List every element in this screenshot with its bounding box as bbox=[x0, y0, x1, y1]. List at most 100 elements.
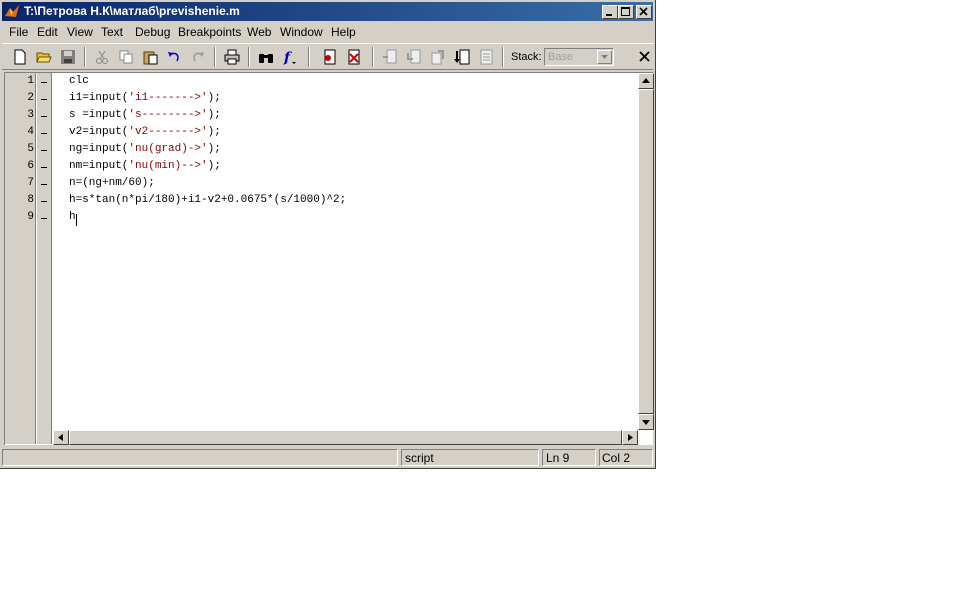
code-line[interactable]: n=(ng+nm/60); bbox=[69, 177, 155, 189]
status-bar: script Ln 9 Col 2 bbox=[2, 448, 653, 468]
file-type-text: script bbox=[405, 451, 434, 465]
open-button[interactable] bbox=[34, 47, 54, 67]
print-icon bbox=[224, 49, 240, 65]
breakpoint-marker[interactable] bbox=[41, 218, 47, 219]
toolbar-separator bbox=[502, 47, 504, 67]
breakpoint-marker[interactable] bbox=[41, 99, 47, 100]
find-icon bbox=[259, 54, 273, 63]
step-out-icon bbox=[431, 50, 444, 65]
close-button[interactable] bbox=[636, 5, 652, 19]
step-out-button[interactable] bbox=[428, 47, 448, 67]
code-line[interactable]: nm=input('nu(min)-->'); bbox=[69, 160, 221, 172]
paste-icon bbox=[143, 51, 158, 65]
undo-icon bbox=[168, 52, 179, 62]
minimize-button[interactable] bbox=[602, 5, 618, 19]
new-file-icon bbox=[14, 49, 26, 65]
line-number: 3 bbox=[27, 109, 34, 121]
menu-breakpoints[interactable]: Breakpoints bbox=[178, 25, 241, 39]
status-column: Col 2 bbox=[599, 449, 653, 466]
scroll-down-button[interactable] bbox=[638, 414, 654, 430]
maximize-button[interactable] bbox=[618, 5, 634, 19]
matlab-logo-icon bbox=[5, 5, 19, 17]
scroll-up-button[interactable] bbox=[638, 73, 654, 89]
find-button[interactable] bbox=[256, 47, 276, 67]
vertical-scrollbar[interactable] bbox=[638, 73, 654, 430]
line-number: 9 bbox=[27, 211, 34, 223]
column-number-text: Col 2 bbox=[602, 451, 631, 465]
code-line[interactable]: s =input('s-------->'); bbox=[69, 109, 221, 121]
stack-dropdown[interactable]: Base bbox=[544, 48, 614, 66]
step-in-icon bbox=[407, 49, 421, 64]
code-editor[interactable]: 1 2 3 4 5 6 7 8 9 clc i1=input('i1------… bbox=[4, 72, 654, 445]
exit-debug-icon bbox=[480, 49, 493, 65]
title-bar[interactable]: T:\Петрова Н.К\матлаб\previshenie.m bbox=[2, 2, 653, 21]
close-toolbar-button[interactable] bbox=[638, 50, 652, 64]
redo-button[interactable] bbox=[188, 47, 208, 67]
line-number: 2 bbox=[27, 92, 34, 104]
menu-view[interactable]: View bbox=[67, 25, 93, 39]
code-line[interactable]: h=s*tan(n*pi/180)+i1-v2+0.0675*(s/1000)^… bbox=[69, 194, 346, 206]
stack-dropdown-button[interactable] bbox=[597, 50, 612, 64]
continue-button[interactable] bbox=[452, 47, 472, 67]
menu-web[interactable]: Web bbox=[247, 25, 271, 39]
cut-button[interactable] bbox=[92, 47, 112, 67]
stack-label: Stack: bbox=[511, 51, 542, 63]
status-line: Ln 9 bbox=[542, 449, 596, 466]
menu-debug[interactable]: Debug bbox=[135, 25, 170, 39]
step-button[interactable] bbox=[380, 47, 400, 67]
horizontal-scroll-thumb[interactable] bbox=[69, 430, 622, 445]
chevron-down-icon bbox=[601, 55, 608, 59]
window-title: T:\Петрова Н.К\матлаб\previshenie.m bbox=[24, 4, 240, 18]
breakpoint-column[interactable] bbox=[37, 73, 52, 444]
menu-help[interactable]: Help bbox=[331, 25, 356, 39]
new-file-button[interactable] bbox=[10, 47, 30, 67]
set-breakpoint-icon bbox=[324, 49, 336, 65]
code-line[interactable]: h bbox=[69, 211, 76, 223]
menu-window[interactable]: Window bbox=[280, 25, 323, 39]
breakpoint-marker[interactable] bbox=[41, 116, 47, 117]
status-file-type: script bbox=[401, 449, 539, 466]
close-icon bbox=[639, 7, 648, 16]
menu-file[interactable]: File bbox=[9, 25, 28, 39]
vertical-scroll-thumb[interactable] bbox=[638, 89, 654, 414]
line-number: 1 bbox=[27, 75, 34, 87]
breakpoint-marker[interactable] bbox=[41, 82, 47, 83]
scroll-right-button[interactable] bbox=[622, 430, 638, 445]
toolbar-separator bbox=[308, 47, 310, 67]
step-in-button[interactable] bbox=[404, 47, 424, 67]
line-number: 7 bbox=[27, 177, 34, 189]
breakpoint-marker[interactable] bbox=[41, 167, 47, 168]
paste-button[interactable] bbox=[140, 47, 160, 67]
code-line[interactable]: ng=input('nu(grad)->'); bbox=[69, 143, 221, 155]
open-folder-icon bbox=[36, 52, 52, 63]
menu-edit[interactable]: Edit bbox=[37, 25, 58, 39]
scroll-left-button[interactable] bbox=[53, 430, 69, 445]
toolbar-separator bbox=[214, 47, 216, 67]
toolbar: f Stack: Base bbox=[2, 43, 653, 70]
code-line[interactable]: i1=input('i1------->'); bbox=[69, 92, 221, 104]
horizontal-scrollbar[interactable] bbox=[53, 430, 638, 445]
copy-button[interactable] bbox=[116, 47, 136, 67]
code-line[interactable]: v2=input('v2------->'); bbox=[69, 126, 221, 138]
breakpoint-marker[interactable] bbox=[41, 201, 47, 202]
set-breakpoint-button[interactable] bbox=[320, 47, 340, 67]
line-number-text: Ln 9 bbox=[546, 451, 570, 465]
breakpoint-marker[interactable] bbox=[41, 150, 47, 151]
close-icon bbox=[639, 51, 650, 62]
step-icon bbox=[383, 49, 397, 64]
minimize-icon bbox=[606, 14, 612, 16]
breakpoint-marker[interactable] bbox=[41, 133, 47, 134]
undo-button[interactable] bbox=[164, 47, 184, 67]
maximize-icon bbox=[621, 7, 630, 16]
exit-debug-button[interactable] bbox=[476, 47, 496, 67]
clear-breakpoints-button[interactable] bbox=[344, 47, 364, 67]
breakpoint-marker[interactable] bbox=[41, 184, 47, 185]
menu-bar: File Edit View Text Debug Breakpoints We… bbox=[2, 23, 653, 41]
chevron-down-icon bbox=[642, 420, 650, 425]
clear-breakpoints-icon bbox=[348, 49, 360, 65]
save-button[interactable] bbox=[58, 47, 78, 67]
function-button[interactable]: f bbox=[280, 47, 300, 67]
menu-text[interactable]: Text bbox=[101, 25, 123, 39]
code-line[interactable]: clc bbox=[69, 75, 89, 87]
print-button[interactable] bbox=[222, 47, 242, 67]
